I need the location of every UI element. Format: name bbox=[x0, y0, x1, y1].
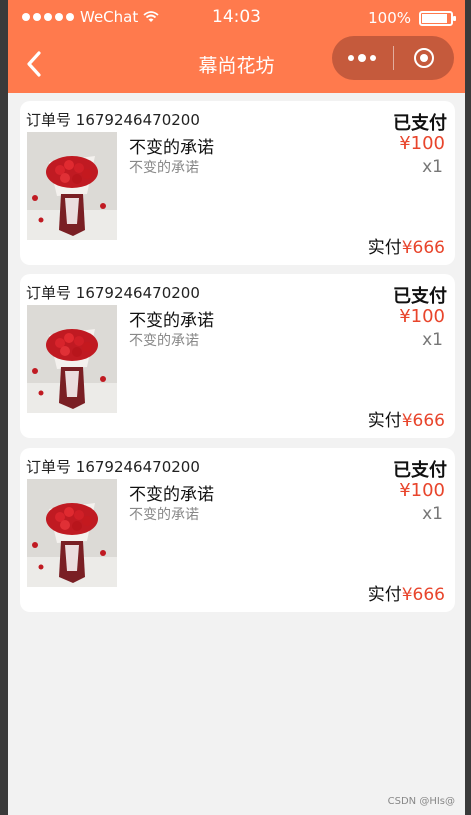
status-right: 100% bbox=[368, 9, 456, 27]
unit-price: ¥100 bbox=[399, 480, 445, 501]
close-target-icon[interactable] bbox=[394, 36, 454, 80]
product-image bbox=[27, 305, 117, 413]
watermark: CSDN @HIs@ bbox=[387, 796, 455, 807]
battery-percent: 100% bbox=[368, 9, 411, 27]
order-number: 订单号 1679246470200 bbox=[26, 458, 200, 476]
unit-price: ¥100 bbox=[399, 133, 445, 154]
battery-icon bbox=[419, 10, 456, 26]
phone-screen: WeChat 14:03 100% 幕尚花坊 订单号 1679246470200… bbox=[8, 0, 465, 815]
order-card[interactable]: 订单号 1679246470200 已支付 不变的承诺 不变的承诺 ¥100 x… bbox=[20, 274, 455, 438]
product-description: 不变的承诺 bbox=[129, 160, 199, 176]
product-image bbox=[27, 132, 117, 240]
nav-bar: 幕尚花坊 bbox=[8, 36, 465, 93]
order-number: 订单号 1679246470200 bbox=[26, 111, 200, 129]
product-description: 不变的承诺 bbox=[129, 507, 199, 523]
mini-program-capsule bbox=[332, 36, 454, 80]
quantity: x1 bbox=[422, 504, 443, 524]
header: WeChat 14:03 100% 幕尚花坊 bbox=[8, 0, 465, 93]
order-card[interactable]: 订单号 1679246470200 已支付 不变的承诺 不变的承诺 ¥100 x… bbox=[20, 101, 455, 265]
product-name: 不变的承诺 bbox=[129, 311, 214, 331]
order-status: 已支付 bbox=[393, 113, 447, 134]
status-bar: WeChat 14:03 100% bbox=[8, 0, 465, 36]
total-paid: 实付¥666 bbox=[367, 411, 445, 431]
order-status: 已支付 bbox=[393, 286, 447, 307]
product-image bbox=[27, 479, 117, 587]
order-status: 已支付 bbox=[393, 460, 447, 481]
product-name: 不变的承诺 bbox=[129, 485, 214, 505]
order-card[interactable]: 订单号 1679246470200 已支付 不变的承诺 不变的承诺 ¥100 x… bbox=[20, 448, 455, 612]
unit-price: ¥100 bbox=[399, 306, 445, 327]
product-description: 不变的承诺 bbox=[129, 333, 199, 349]
quantity: x1 bbox=[422, 157, 443, 177]
total-paid: 实付¥666 bbox=[367, 238, 445, 258]
order-number: 订单号 1679246470200 bbox=[26, 284, 200, 302]
total-paid: 实付¥666 bbox=[367, 585, 445, 605]
product-name: 不变的承诺 bbox=[129, 138, 214, 158]
more-icon[interactable] bbox=[332, 36, 392, 80]
quantity: x1 bbox=[422, 330, 443, 350]
